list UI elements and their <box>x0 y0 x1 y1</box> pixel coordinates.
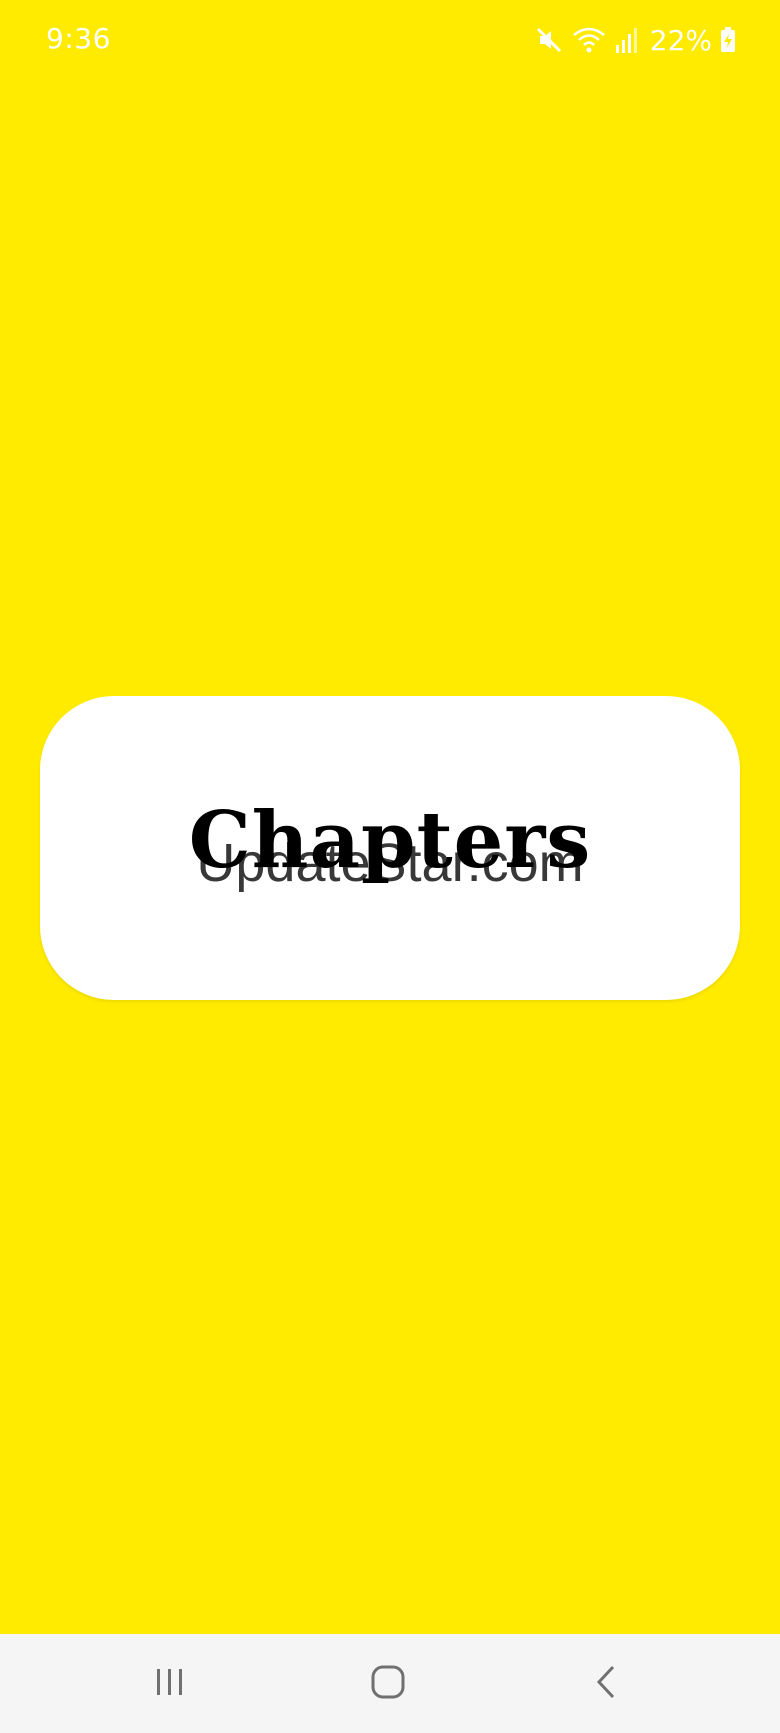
mute-icon <box>534 25 564 55</box>
chapters-card[interactable]: Chapters UpdateStar.com <box>40 696 740 1000</box>
signal-icon <box>614 25 638 55</box>
status-icons: 22% <box>534 22 736 58</box>
status-time: 9:36 <box>46 22 111 55</box>
back-button[interactable] <box>546 1634 666 1733</box>
navigation-bar <box>0 1634 780 1733</box>
home-icon <box>370 1664 406 1704</box>
battery-percent: 22% <box>649 23 712 57</box>
home-button[interactable] <box>328 1634 448 1733</box>
wifi-icon <box>572 25 606 55</box>
battery-charging-icon <box>720 27 736 53</box>
status-bar: 9:36 22% <box>0 0 780 82</box>
app-title: Chapters <box>188 795 592 886</box>
back-icon <box>591 1664 621 1704</box>
recents-button[interactable] <box>110 1634 230 1733</box>
recents-icon <box>153 1666 187 1702</box>
